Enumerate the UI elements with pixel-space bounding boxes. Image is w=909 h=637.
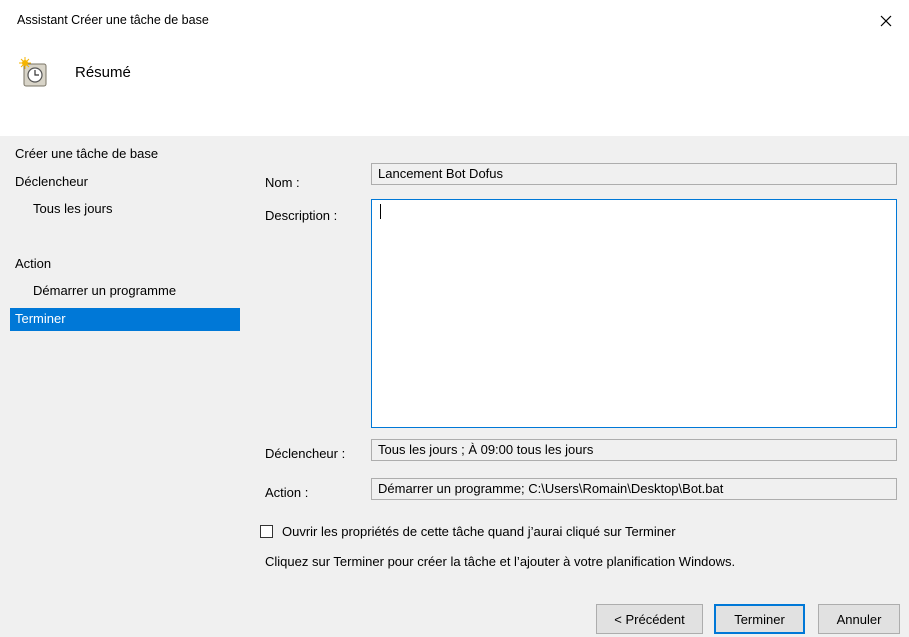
wizard-steps-nav: Créer une tâche de base Déclencheur Tous… xyxy=(10,143,240,331)
name-label: Nom : xyxy=(265,175,300,190)
nav-item-finish[interactable]: Terminer xyxy=(10,307,240,331)
open-properties-label[interactable]: Ouvrir les propriétés de cette tâche qua… xyxy=(282,524,676,539)
trigger-field[interactable]: Tous les jours ; À 09:00 tous les jours xyxy=(371,439,897,461)
description-label: Description : xyxy=(265,208,338,223)
nav-item-daily[interactable]: Tous les jours xyxy=(10,198,240,226)
page-title: Résumé xyxy=(75,64,131,81)
text-caret xyxy=(380,204,381,219)
trigger-label: Déclencheur : xyxy=(265,446,346,461)
close-button[interactable] xyxy=(873,8,899,34)
action-label: Action : xyxy=(265,485,309,500)
nav-item-create-task[interactable]: Créer une tâche de base xyxy=(10,143,240,171)
task-clock-icon xyxy=(19,57,47,87)
window-title: Assistant Créer une tâche de base xyxy=(17,13,209,27)
description-textarea[interactable] xyxy=(371,199,897,428)
open-properties-option[interactable]: Ouvrir les propriétés de cette tâche qua… xyxy=(260,524,676,539)
action-field[interactable]: Démarrer un programme; C:\Users\Romain\D… xyxy=(371,478,897,500)
dialog-header: Assistant Créer une tâche de base Résumé xyxy=(0,0,909,136)
finish-info-text: Cliquez sur Terminer pour créer la tâche… xyxy=(265,554,736,569)
open-properties-checkbox[interactable] xyxy=(260,525,273,538)
close-icon xyxy=(880,15,892,27)
back-button[interactable]: < Précédent xyxy=(596,604,703,634)
nav-item-action[interactable]: Action xyxy=(10,253,240,281)
name-field[interactable]: Lancement Bot Dofus xyxy=(371,163,897,185)
cancel-button[interactable]: Annuler xyxy=(818,604,900,634)
nav-item-trigger[interactable]: Déclencheur xyxy=(10,171,240,199)
finish-button[interactable]: Terminer xyxy=(714,604,805,634)
nav-item-start-program[interactable]: Démarrer un programme xyxy=(10,280,240,308)
